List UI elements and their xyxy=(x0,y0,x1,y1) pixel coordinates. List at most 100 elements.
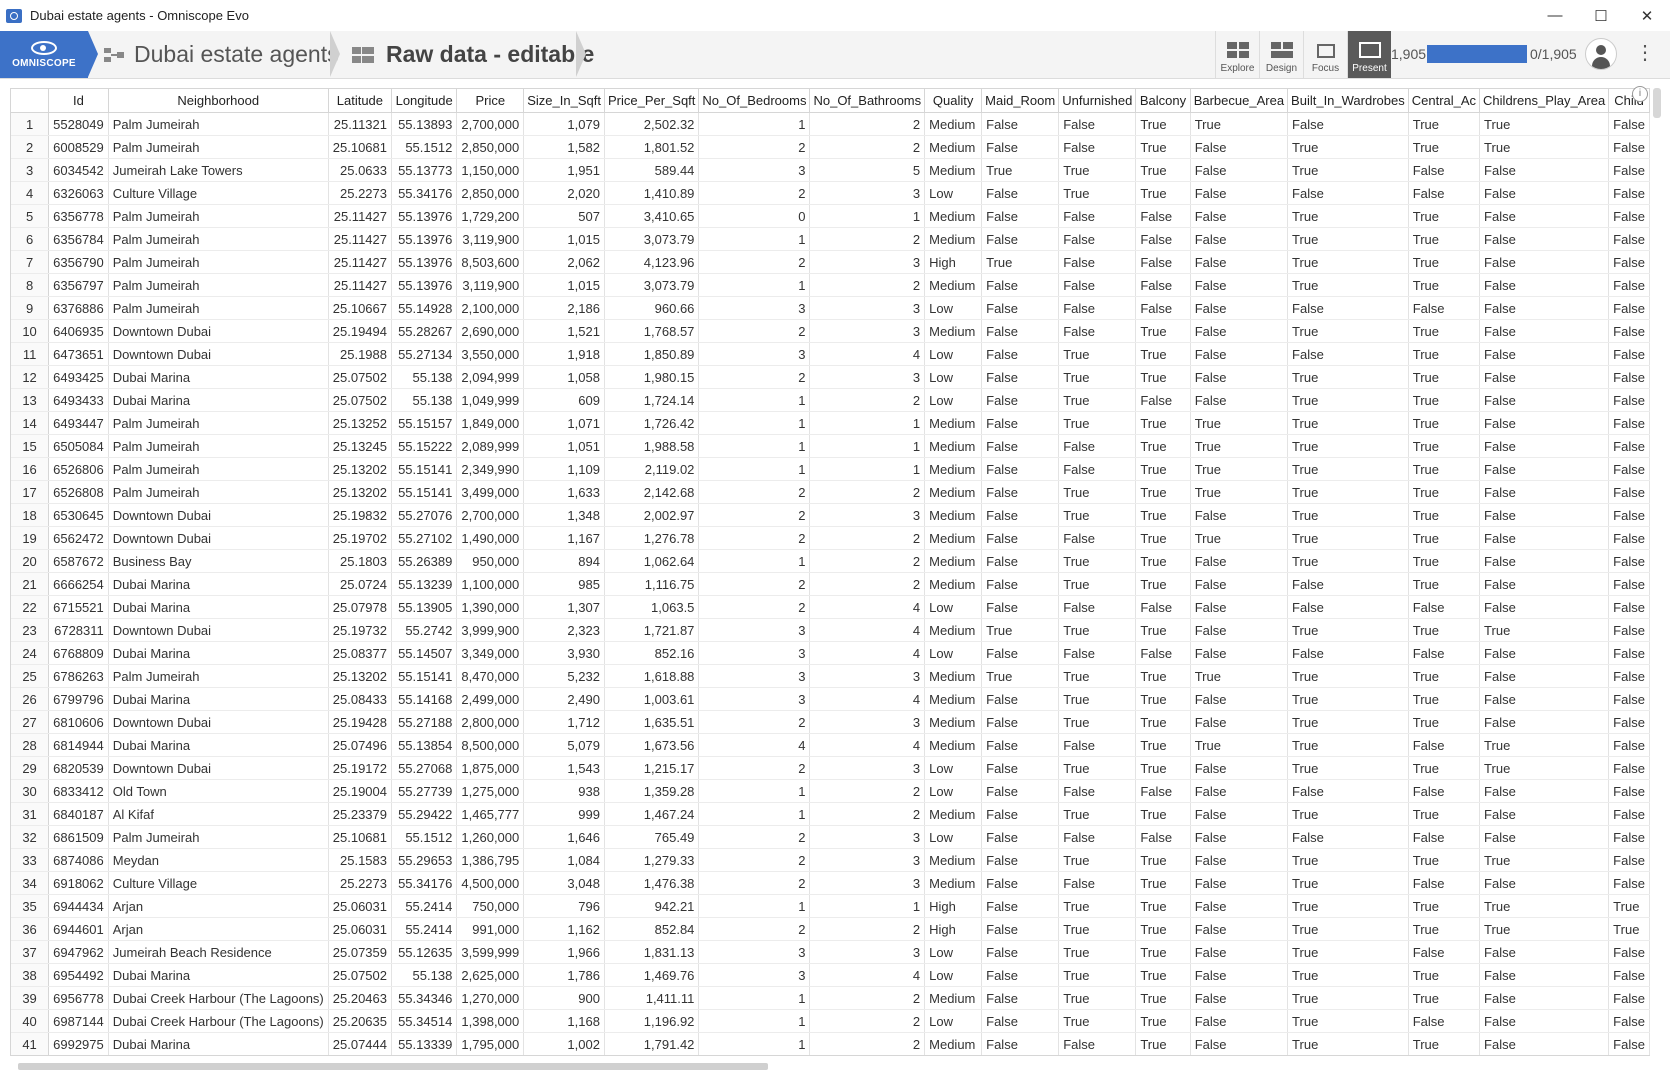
table-cell[interactable]: 2,850,000 xyxy=(456,181,525,205)
table-cell[interactable]: True xyxy=(1408,227,1481,251)
table-cell[interactable]: 1,469.76 xyxy=(604,963,700,987)
table-row[interactable]: 22 6715521 Dubai Marina 25.07978 55.13905 1,3… xyxy=(11,595,1650,619)
table-cell[interactable]: 1,724.14 xyxy=(604,388,700,412)
table-cell[interactable]: 2,349,990 xyxy=(456,457,525,481)
table-cell[interactable]: 1,150,000 xyxy=(456,158,525,182)
table-cell[interactable]: 2 xyxy=(809,802,926,826)
table-cell[interactable]: 1 xyxy=(809,457,926,481)
table-cell[interactable]: False xyxy=(1058,1032,1137,1055)
table-cell[interactable]: Medium xyxy=(924,319,983,343)
table-cell[interactable]: False xyxy=(1608,618,1650,642)
table-cell[interactable]: 1 xyxy=(698,112,811,136)
table-cell[interactable]: 1,646 xyxy=(523,825,605,849)
table-row[interactable]: 6 6356784 Palm Jumeirah 25.11427 55.13976 3,1… xyxy=(11,227,1650,251)
table-cell[interactable]: 3 xyxy=(809,710,926,734)
table-cell[interactable]: 3 xyxy=(698,158,811,182)
column-header-quality[interactable]: Quality xyxy=(924,89,983,113)
table-cell[interactable]: True xyxy=(1287,273,1409,297)
table-cell[interactable]: 55.138 xyxy=(391,365,458,389)
table-cell[interactable]: False xyxy=(1190,802,1289,826)
table-cell[interactable]: 25.19004 xyxy=(328,779,393,803)
column-header-price-per-sqft[interactable]: Price_Per_Sqft xyxy=(604,89,700,113)
table-cell[interactable]: True xyxy=(981,664,1060,688)
table-cell[interactable]: False xyxy=(1608,963,1650,987)
table-cell[interactable]: Low xyxy=(924,595,983,619)
table-cell[interactable]: False xyxy=(1058,112,1137,136)
table-cell[interactable]: True xyxy=(1135,434,1191,458)
table-cell[interactable]: False xyxy=(1058,871,1137,895)
table-cell[interactable]: True xyxy=(1408,618,1481,642)
table-cell[interactable]: False xyxy=(1190,135,1289,159)
table-cell[interactable]: 1,260,000 xyxy=(456,825,525,849)
table-cell[interactable]: True xyxy=(1408,549,1481,573)
table-cell[interactable]: 2 xyxy=(698,595,811,619)
table-cell[interactable]: Palm Jumeirah xyxy=(108,457,329,481)
focus-mode-button[interactable]: Focus xyxy=(1303,31,1347,78)
table-cell[interactable]: True xyxy=(1408,365,1481,389)
table-cell[interactable]: Dubai Marina xyxy=(108,1032,329,1055)
table-cell[interactable]: False xyxy=(1135,641,1191,665)
table-cell[interactable]: Palm Jumeirah xyxy=(108,250,329,274)
table-cell[interactable]: 1,079 xyxy=(523,112,605,136)
breadcrumb-project[interactable]: Dubai estate agents xyxy=(104,31,339,78)
column-header-built-in-wardrobes[interactable]: Built_In_Wardrobes xyxy=(1287,89,1409,113)
table-cell[interactable]: 4 xyxy=(809,641,926,665)
table-cell[interactable]: 1,721.87 xyxy=(604,618,700,642)
table-cell[interactable]: False xyxy=(981,204,1060,228)
table-cell[interactable]: False xyxy=(1287,342,1409,366)
table-cell[interactable]: 25.19494 xyxy=(328,319,393,343)
table-cell[interactable]: False xyxy=(1479,779,1610,803)
table-cell[interactable]: True xyxy=(1479,917,1610,941)
table-cell[interactable]: False xyxy=(1135,595,1191,619)
table-row[interactable]: 15 6505084 Palm Jumeirah 25.13245 55.15222 2,… xyxy=(11,434,1650,458)
table-cell[interactable]: 2 xyxy=(809,480,926,504)
table-cell[interactable]: High xyxy=(924,894,983,918)
table-cell[interactable]: 796 xyxy=(523,894,605,918)
table-cell[interactable]: 1,673.56 xyxy=(604,733,700,757)
table-row[interactable]: 19 6562472 Downtown Dubai 25.19702 55.27102 1… xyxy=(11,526,1650,550)
table-cell[interactable]: False xyxy=(981,1032,1060,1055)
table-cell[interactable]: 2 xyxy=(698,825,811,849)
table-cell[interactable]: 55.12635 xyxy=(391,940,458,964)
table-cell[interactable]: False xyxy=(1190,181,1289,205)
table-cell[interactable]: False xyxy=(1190,917,1289,941)
table-cell[interactable]: False xyxy=(1479,963,1610,987)
table-cell[interactable]: 1,063.5 xyxy=(604,595,700,619)
table-cell[interactable]: False xyxy=(981,641,1060,665)
table-cell[interactable]: Palm Jumeirah xyxy=(108,664,329,688)
table-cell[interactable]: False xyxy=(1190,871,1289,895)
table-cell[interactable]: 55.13976 xyxy=(391,273,458,297)
table-cell[interactable]: True xyxy=(1287,963,1409,987)
table-cell[interactable]: 507 xyxy=(523,204,605,228)
table-cell[interactable]: 1,849,000 xyxy=(456,411,525,435)
table-cell[interactable]: 1 xyxy=(698,227,811,251)
table-cell[interactable]: 4,123.96 xyxy=(604,250,700,274)
table-cell[interactable]: False xyxy=(1479,526,1610,550)
table-cell[interactable]: 1 xyxy=(698,273,811,297)
table-cell[interactable]: False xyxy=(1608,825,1650,849)
table-cell[interactable]: 25.11321 xyxy=(328,112,393,136)
table-cell[interactable]: True xyxy=(1287,756,1409,780)
table-cell[interactable]: 55.14507 xyxy=(391,641,458,665)
table-cell[interactable]: 2 xyxy=(809,986,926,1010)
table-cell[interactable]: 1,307 xyxy=(523,595,605,619)
table-row[interactable]: 7 6356790 Palm Jumeirah 25.11427 55.13976 8,5… xyxy=(11,250,1650,274)
table-cell[interactable]: 6526808 xyxy=(48,480,109,504)
table-cell[interactable]: True xyxy=(1058,940,1137,964)
table-cell[interactable]: False xyxy=(1608,871,1650,895)
table-cell[interactable]: True xyxy=(1287,135,1409,159)
table-cell[interactable]: 3,073.79 xyxy=(604,273,700,297)
table-cell[interactable]: True xyxy=(1408,388,1481,412)
table-cell[interactable]: 55.34176 xyxy=(391,871,458,895)
table-cell[interactable]: True xyxy=(1287,526,1409,550)
table-cell[interactable]: False xyxy=(981,319,1060,343)
table-cell[interactable]: 25.07502 xyxy=(328,365,393,389)
table-cell[interactable]: False xyxy=(1479,503,1610,527)
table-cell[interactable]: False xyxy=(1135,273,1191,297)
table-cell[interactable]: High xyxy=(924,917,983,941)
table-row[interactable]: 39 6956778 Dubai Creek Harbour (The Lagoon… xyxy=(11,986,1650,1010)
table-cell[interactable]: False xyxy=(981,802,1060,826)
table-cell[interactable]: 55.2414 xyxy=(391,917,458,941)
table-cell[interactable]: Al Kifaf xyxy=(108,802,329,826)
table-cell[interactable]: 4,500,000 xyxy=(456,871,525,895)
